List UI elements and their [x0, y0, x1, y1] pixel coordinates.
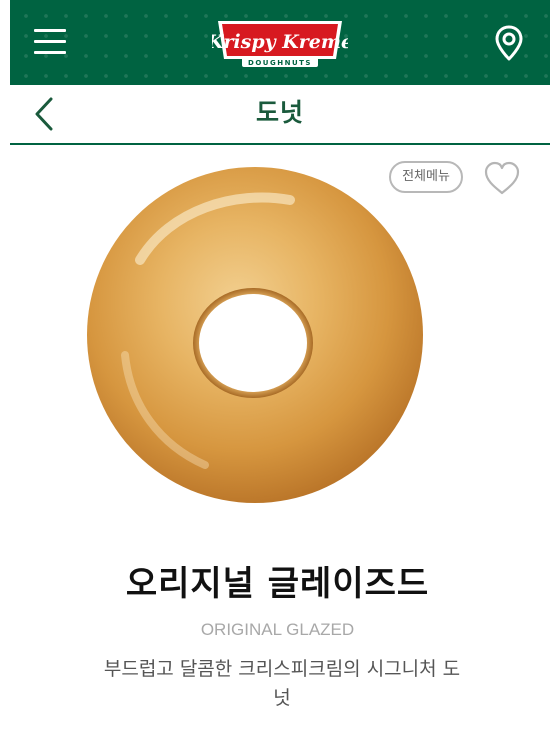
- logo-wordmark: Krispy Kreme: [212, 31, 348, 53]
- hamburger-menu-icon[interactable]: [34, 29, 66, 55]
- location-pin-icon[interactable]: [494, 24, 524, 62]
- subheader: 도넛: [10, 85, 550, 145]
- product-description: 부드럽고 달콤한 크리스피크림의 시그니처 도넛: [103, 658, 461, 709]
- product-name: 오리지널 글레이즈드: [125, 564, 430, 604]
- krispy-kreme-logo[interactable]: Krispy Kreme DOUGHNUTS: [212, 19, 348, 69]
- logo-subtext: DOUGHNUTS: [248, 59, 312, 67]
- app-header: Krispy Kreme DOUGHNUTS: [10, 0, 550, 85]
- donut-image: [87, 167, 423, 503]
- page-title: 도넛: [255, 98, 304, 127]
- heart-icon[interactable]: [483, 160, 521, 196]
- product-english-name: ORIGINAL GLAZED: [200, 620, 355, 639]
